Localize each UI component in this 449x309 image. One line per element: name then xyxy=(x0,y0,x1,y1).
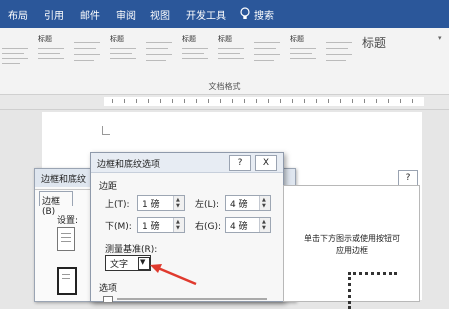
style-preview[interactable] xyxy=(72,32,106,72)
bottom-margin-label: 下(M): xyxy=(105,222,132,232)
help-button[interactable]: ? xyxy=(229,155,251,171)
dialog-title: 边框和底纹 xyxy=(41,175,87,185)
group-label: 文档格式 xyxy=(208,82,241,91)
option-checkbox[interactable] xyxy=(103,296,113,302)
lightbulb-icon[interactable] xyxy=(240,7,250,23)
styles-gallery: 标题 标题 标题 标题 标题 标题 ▾ xyxy=(0,28,449,81)
measure-from-label: 测量基准(R): xyxy=(105,245,158,255)
margin-group-label: 边距 xyxy=(99,182,118,192)
tab-border[interactable]: 边框(B) xyxy=(39,191,73,217)
red-arrow-icon xyxy=(150,264,197,286)
ribbon-tab-bar: 布局 引用 邮件 审阅 视图 开发工具 搜索 xyxy=(0,0,449,28)
dialog-titlebar: 边框和底纹选项 ? X xyxy=(91,153,283,173)
right-margin-input[interactable]: 4 磅 ▲ ▼ xyxy=(225,217,271,233)
tab-developer[interactable]: 开发工具 xyxy=(186,7,226,22)
bottom-margin-input[interactable]: 1 磅 ▲ ▼ xyxy=(137,217,185,233)
style-heading[interactable]: 标题 xyxy=(36,32,70,72)
spinner-icon[interactable]: ▲ ▼ xyxy=(173,218,184,232)
border-preview[interactable]: 单击下方图示或使用按钮可 应用边框 xyxy=(283,185,420,309)
tab-view[interactable]: 视图 xyxy=(150,7,170,22)
setting-label: 设置: xyxy=(57,216,79,226)
style-heading[interactable]: 标题 xyxy=(180,32,214,72)
style-preview[interactable] xyxy=(144,32,178,72)
setting-none-option[interactable] xyxy=(57,227,75,251)
style-heading[interactable]: 标题 xyxy=(288,32,322,72)
close-button[interactable]: X xyxy=(255,155,277,171)
document-formatting-group: 文档格式 xyxy=(0,80,449,95)
style-preview[interactable] xyxy=(0,32,34,72)
preview-page-icon[interactable] xyxy=(348,272,397,309)
right-margin-label: 右(G): xyxy=(195,222,222,232)
spinner-icon[interactable]: ▲ ▼ xyxy=(173,196,184,210)
left-margin-input[interactable]: 4 磅 ▲ ▼ xyxy=(225,195,271,211)
top-margin-input[interactable]: 1 磅 ▲ ▼ xyxy=(137,195,185,211)
style-title-large[interactable]: 标题 xyxy=(362,34,386,51)
style-preview[interactable] xyxy=(252,32,286,72)
top-margin-label: 上(T): xyxy=(105,200,130,210)
spinner-icon[interactable]: ▲ ▼ xyxy=(259,218,270,232)
gallery-more-icon[interactable]: ▾ xyxy=(438,34,442,42)
options-group-label: 选项 xyxy=(99,284,118,294)
ruler[interactable] xyxy=(0,95,449,110)
preview-hint: 单击下方图示或使用按钮可 应用边框 xyxy=(304,234,400,255)
tab-mailings[interactable]: 邮件 xyxy=(80,7,100,22)
help-button[interactable]: ? xyxy=(398,170,418,186)
tab-references[interactable]: 引用 xyxy=(44,7,64,22)
tell-me-search[interactable]: 搜索 xyxy=(254,7,274,22)
left-margin-label: 左(L): xyxy=(195,200,220,210)
spinner-icon[interactable]: ▲ ▼ xyxy=(259,196,270,210)
measure-from-select[interactable]: 文字 ▼ xyxy=(105,255,151,271)
setting-box-option[interactable] xyxy=(57,267,77,295)
tab-layout[interactable]: 布局 xyxy=(8,7,28,22)
style-heading[interactable]: 标题 xyxy=(108,32,142,72)
tab-review[interactable]: 审阅 xyxy=(116,7,136,22)
style-preview[interactable] xyxy=(324,32,358,72)
style-heading[interactable]: 标题 xyxy=(216,32,250,72)
dialog-title: 边框和底纹选项 xyxy=(97,160,161,170)
